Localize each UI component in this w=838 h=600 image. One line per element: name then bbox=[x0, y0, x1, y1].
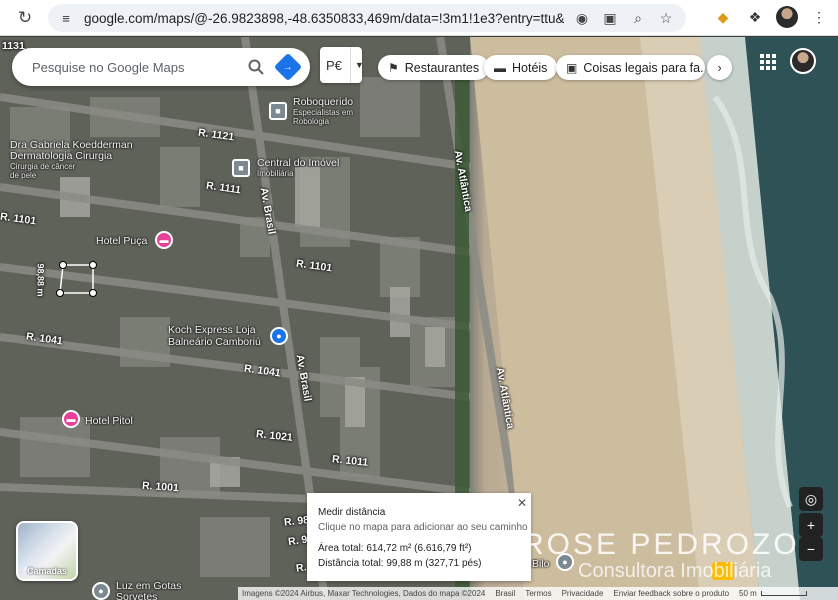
poi-sub: Cirurgia de câncer de pele bbox=[10, 162, 76, 180]
measure-title: Medir distância bbox=[318, 507, 386, 518]
site-info-icon[interactable]: ≡ bbox=[56, 8, 76, 28]
poi-sub: Especialistas em Robologia bbox=[293, 108, 354, 126]
directions-icon[interactable]: → bbox=[273, 52, 303, 82]
camera-icon: ▣ bbox=[566, 60, 578, 75]
account-avatar[interactable] bbox=[790, 48, 816, 74]
poi-label[interactable]: Dra Gabriela Koedderman Dermatologia Cir… bbox=[10, 139, 150, 181]
measure-dimension-label: 98,88 m bbox=[35, 263, 46, 297]
poi-marker-icon[interactable]: ■ bbox=[232, 159, 250, 177]
layers-button[interactable]: ◈ Camadas bbox=[16, 521, 78, 581]
poi-label[interactable]: Koch Express Loja Balneário Camboriú bbox=[168, 324, 268, 348]
bookmark-star-icon[interactable]: ☆ bbox=[656, 8, 676, 28]
layers-label: Camadas bbox=[26, 566, 68, 576]
poi-label[interactable]: Hotel Puça bbox=[96, 235, 147, 247]
language-value: P€ bbox=[326, 57, 342, 73]
zoom-out-icon[interactable]: − bbox=[799, 537, 823, 561]
extension-icon[interactable]: ◆ bbox=[712, 6, 734, 28]
url-text[interactable]: google.com/maps/@-26.9823898,-48.6350833… bbox=[84, 11, 564, 26]
poi-label[interactable]: Roboquerido Especialistas em Robologia bbox=[293, 96, 363, 126]
close-icon[interactable]: ✕ bbox=[517, 496, 527, 510]
street-label: R. 1001 bbox=[141, 479, 180, 495]
caret-down-icon: ▼ bbox=[349, 47, 364, 83]
chip-label: Restaurantes bbox=[404, 60, 480, 75]
poi-label[interactable]: Central do Imóvel Imobiliária bbox=[257, 157, 339, 178]
bed-icon: ▬ bbox=[494, 60, 506, 75]
poi-name: Central do Imóvel bbox=[257, 157, 340, 169]
watermark-subtitle: Consultora Imobiliária bbox=[578, 560, 772, 582]
location-pin-icon[interactable]: ◉ bbox=[572, 8, 592, 28]
scale-bar[interactable]: 50 m bbox=[739, 589, 807, 598]
measure-hint: Clique no mapa para adicionar ao seu cam… bbox=[318, 522, 528, 533]
poi-label[interactable]: Luz em Gotas Sorvetes bbox=[116, 581, 196, 600]
chip-restaurants[interactable]: ⚑ Restaurantes bbox=[378, 55, 490, 80]
measure-distance: Distância total: 99,88 m (327,71 pés) bbox=[318, 558, 482, 569]
region-link[interactable]: Brasil bbox=[495, 589, 515, 598]
hotel-marker-icon[interactable]: ▬ bbox=[155, 231, 173, 249]
address-bar[interactable]: ≡ google.com/maps/@-26.9823898,-48.63508… bbox=[48, 4, 686, 32]
chip-hotels[interactable]: ▬ Hotéis bbox=[484, 55, 558, 80]
poi-label[interactable]: Hotel Pitol bbox=[85, 415, 133, 427]
watermark-title: ROSE PEDROZO bbox=[522, 528, 800, 561]
browser-profile-avatar[interactable] bbox=[776, 6, 798, 28]
scale-bar-line bbox=[760, 591, 807, 596]
poi-marker-icon[interactable]: ● bbox=[92, 582, 110, 600]
search-box[interactable]: Pesquise no Google Maps → bbox=[12, 48, 310, 86]
imagery-credits: Imagens ©2024 Airbus, Maxar Technologies… bbox=[242, 589, 486, 598]
reload-icon[interactable]: ↻ bbox=[14, 7, 36, 29]
privacy-link[interactable]: Privacidade bbox=[562, 589, 604, 598]
fork-knife-icon: ⚑ bbox=[388, 60, 399, 75]
apps-grid-icon[interactable] bbox=[760, 54, 776, 70]
shop-marker-icon[interactable]: ● bbox=[270, 327, 288, 345]
search-icon[interactable] bbox=[246, 57, 266, 77]
terms-link[interactable]: Termos bbox=[525, 589, 551, 598]
hotel-marker-icon[interactable]: ▬ bbox=[62, 410, 80, 428]
chip-label: Hotéis bbox=[512, 60, 548, 75]
map-footer: Imagens ©2024 Airbus, Maxar Technologies… bbox=[238, 587, 838, 600]
chip-label: Coisas legais para fa... bbox=[583, 60, 705, 75]
measure-distance-panel: Medir distância Clique no mapa para adic… bbox=[307, 493, 531, 581]
poi-marker-icon[interactable]: ■ bbox=[269, 102, 287, 120]
browser-toolbar: ↻ ≡ google.com/maps/@-26.9823898,-48.635… bbox=[0, 0, 838, 36]
my-location-icon[interactable]: ◎ bbox=[799, 487, 823, 511]
puzzle-icon[interactable]: ❖ bbox=[744, 6, 766, 28]
poi-name: Roboquerido bbox=[293, 96, 354, 108]
search-input[interactable]: Pesquise no Google Maps bbox=[32, 60, 246, 75]
cast-icon[interactable]: ▣ bbox=[600, 8, 620, 28]
measure-area: Área total: 614,72 m² (6.616,79 ft²) bbox=[318, 543, 472, 554]
scale-label: 50 m bbox=[739, 589, 757, 598]
poi-sub: Imobiliária bbox=[257, 169, 294, 178]
feedback-link[interactable]: Enviar feedback sobre o produto bbox=[613, 589, 729, 598]
zoom-in-icon[interactable]: + bbox=[799, 513, 823, 537]
chevron-right-icon[interactable]: › bbox=[707, 55, 732, 80]
zoom-icon[interactable]: ⌕ bbox=[628, 8, 648, 28]
poi-name: Dra Gabriela Koedderman Dermatologia Cir… bbox=[10, 139, 133, 162]
chip-things-to-do[interactable]: ▣ Coisas legais para fa... bbox=[556, 55, 705, 80]
menu-dots-icon[interactable]: ⋮ bbox=[808, 6, 830, 28]
language-select[interactable]: P€ ▼ bbox=[320, 47, 364, 83]
